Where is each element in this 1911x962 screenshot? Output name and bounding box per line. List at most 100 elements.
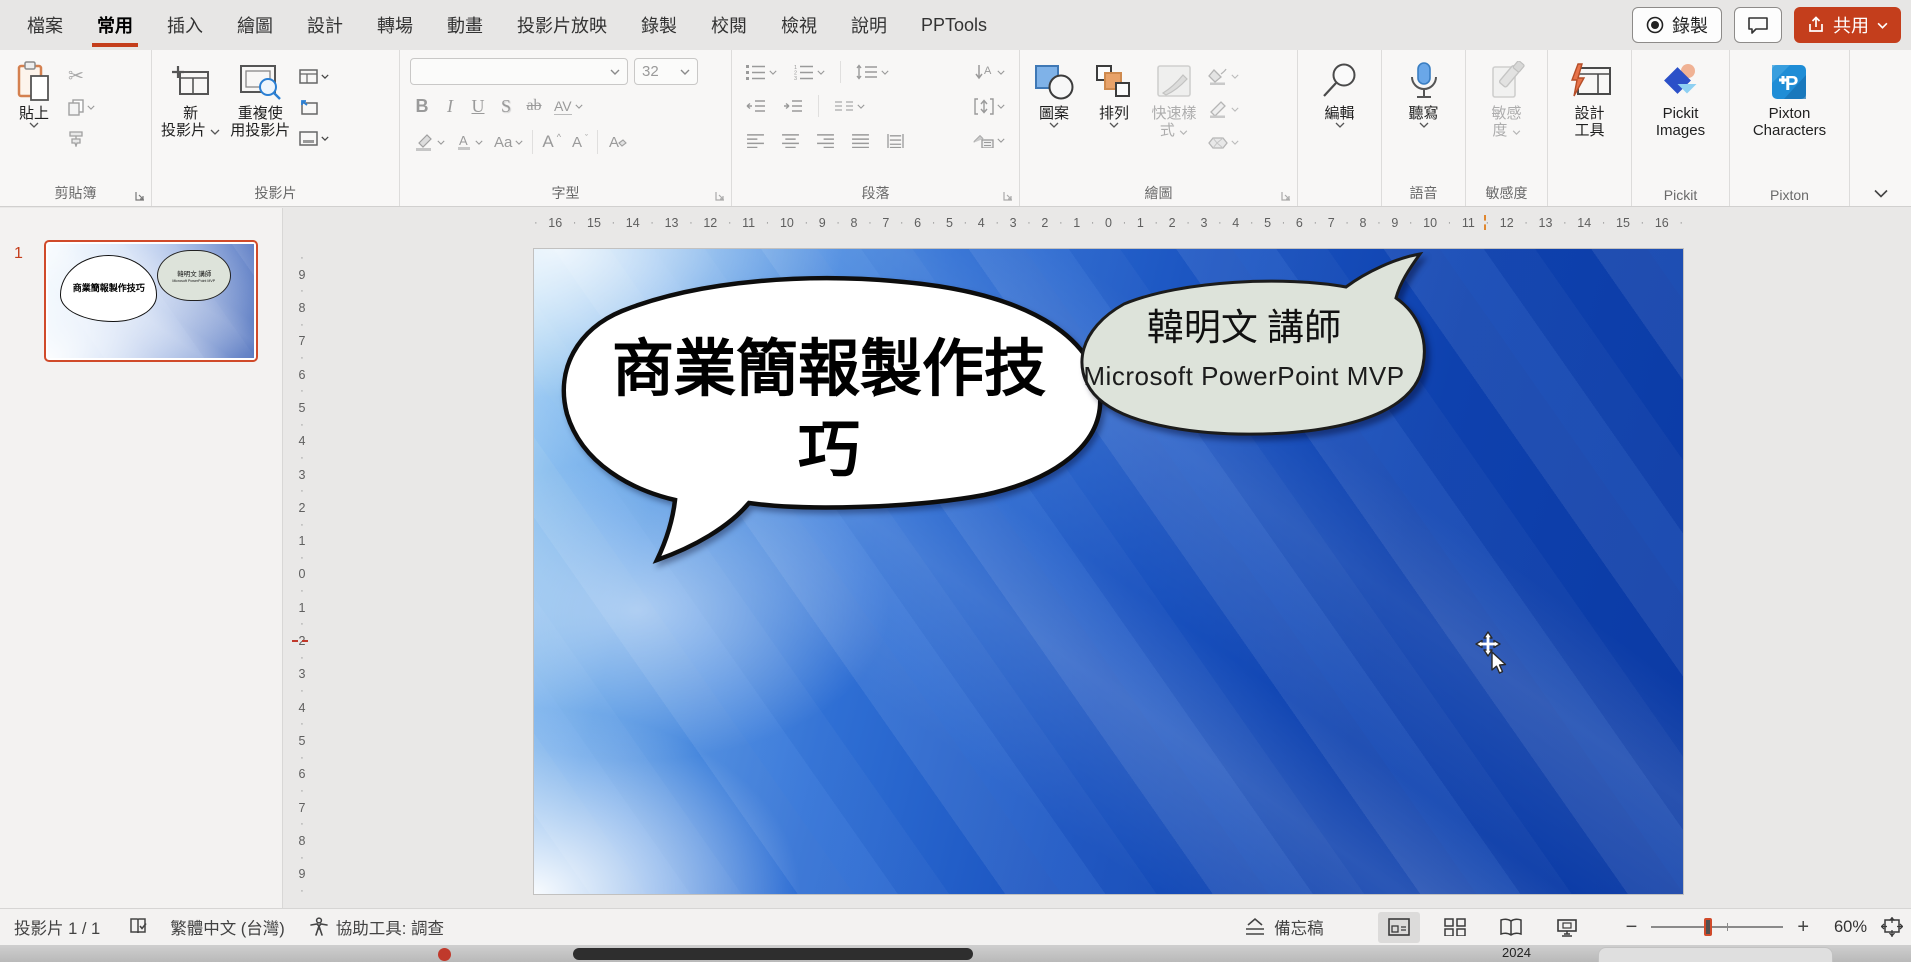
shrink-font-button[interactable]: Aˇ <box>568 130 592 154</box>
notes-icon <box>1246 917 1265 935</box>
slide-sorter-view-button[interactable] <box>1434 912 1476 943</box>
font-group-label: 字型 <box>551 185 580 201</box>
zoom-out-button[interactable]: − <box>1626 916 1638 939</box>
slide-title-text[interactable]: 商業簡報製作技巧 <box>589 311 1069 511</box>
menu-tab-5[interactable]: 轉場 <box>360 0 430 50</box>
fit-slide-to-window-button[interactable] <box>1881 917 1903 937</box>
paragraph-dialog-launcher[interactable] <box>1002 190 1014 202</box>
font-size-combobox[interactable]: 32 <box>634 58 698 85</box>
record-button[interactable]: 錄製 <box>1632 7 1722 43</box>
pickit-images-button[interactable]: Pickit Images <box>1651 55 1711 140</box>
shapes-button[interactable]: 圖案 <box>1024 55 1084 129</box>
new-slide-button[interactable]: 新 投影片 <box>156 55 225 140</box>
zoom-level[interactable]: 60% <box>1823 918 1867 937</box>
character-spacing-button[interactable]: AV <box>550 94 587 118</box>
vertical-ruler[interactable]: · 9 · 8 · 7 · 6 · 5 · 4 · 3 · 2 · 1 · 0 · 1 · 2 · 3 · 4 · 5 · 6 · 7 · 8 · 9 · <box>292 252 312 897</box>
normal-view-button[interactable] <box>1377 911 1420 943</box>
collapse-ribbon-button[interactable] <box>1873 189 1889 198</box>
font-name-combobox[interactable] <box>410 58 628 85</box>
decrease-indent-button[interactable] <box>742 94 770 118</box>
align-left-button[interactable] <box>742 128 769 152</box>
chevron-down-icon <box>997 70 1005 75</box>
speaker-credential-text[interactable]: Microsoft PowerPoint MVP <box>1079 361 1409 392</box>
spellcheck-button[interactable] <box>128 917 148 937</box>
designer-button[interactable]: 設計 工具 <box>1560 55 1620 140</box>
text-shadow-button[interactable]: S <box>494 96 518 117</box>
menu-tab-1[interactable]: 常用 <box>80 0 150 50</box>
slide-thumbnail[interactable]: 商業簡報製作技巧 韓明文 講師 Microsoft PowerPoint MVP <box>44 240 258 362</box>
slideshow-view-button[interactable] <box>1546 912 1588 943</box>
justify-button[interactable] <box>847 128 874 152</box>
accessibility-button[interactable]: 協助工具: 調查 <box>309 915 444 939</box>
cut-button[interactable]: ✂ <box>64 64 99 88</box>
highlight-color-button[interactable] <box>410 130 449 154</box>
font-color-button[interactable]: A <box>452 130 487 154</box>
horizontal-ruler[interactable]: · 16 · 15 · 14 · 13 · 12 · 11 · 10 · 9 · 8 · 7 · 6 · 5 · 4 · 3 · 2 · 1 ·… <box>534 212 1683 234</box>
text-direction-button[interactable]: A <box>970 60 1009 84</box>
editing-button[interactable]: 編輯 <box>1310 55 1370 129</box>
menu-tab-12[interactable]: PPTools <box>904 0 1004 50</box>
ruler-tick: · <box>1281 217 1286 229</box>
numbering-button[interactable]: 123 <box>790 60 829 84</box>
distribute-button[interactable] <box>882 128 909 152</box>
pixton-group-label: Pixton <box>1770 187 1809 203</box>
speaker-speech-bubble[interactable] <box>1064 252 1439 452</box>
notes-button[interactable]: 備忘稿 <box>1243 915 1324 939</box>
section-button[interactable] <box>295 126 333 150</box>
menu-tab-6[interactable]: 動畫 <box>430 0 500 50</box>
line-spacing-button[interactable] <box>852 60 893 84</box>
shape-fill-button[interactable] <box>1204 64 1243 88</box>
increase-indent-button[interactable] <box>779 94 807 118</box>
menu-tab-0[interactable]: 檔案 <box>10 0 80 50</box>
comments-button[interactable] <box>1734 7 1782 43</box>
clipboard-dialog-launcher[interactable] <box>134 190 146 202</box>
sensitivity-button[interactable]: 敏感 度 <box>1477 55 1537 140</box>
language-button[interactable]: 繁體中文 (台灣) <box>170 915 285 939</box>
change-case-button[interactable]: Aa <box>490 130 527 154</box>
reset-slide-button[interactable] <box>295 95 333 119</box>
menu-tab-10[interactable]: 檢視 <box>764 0 834 50</box>
copy-button[interactable] <box>64 95 99 119</box>
bullets-button[interactable] <box>742 60 781 84</box>
menu-tab-3[interactable]: 繪圖 <box>220 0 290 50</box>
ruler-number: 3 <box>298 667 306 682</box>
arrange-button[interactable]: 排列 <box>1084 55 1144 129</box>
underline-button[interactable]: U <box>466 96 490 117</box>
zoom-in-button[interactable]: + <box>1797 916 1809 939</box>
align-text-button[interactable] <box>970 94 1009 118</box>
paste-button[interactable]: 貼上 <box>4 55 64 129</box>
clear-formatting-button[interactable]: A <box>603 130 631 154</box>
align-right-button[interactable] <box>812 128 839 152</box>
format-painter-button[interactable] <box>64 126 99 150</box>
slide-canvas[interactable]: 商業簡報製作技巧 韓明文 講師 Microsoft PowerPoint MVP <box>534 249 1683 894</box>
columns-button[interactable] <box>830 94 869 118</box>
align-center-button[interactable] <box>777 128 804 152</box>
menu-tab-8[interactable]: 錄製 <box>624 0 694 50</box>
menu-tab-4[interactable]: 設計 <box>290 0 360 50</box>
menu-tab-9[interactable]: 校閱 <box>694 0 764 50</box>
bold-button[interactable]: B <box>410 96 434 117</box>
menu-tab-7[interactable]: 投影片放映 <box>500 0 624 50</box>
shape-effects-button[interactable] <box>1204 130 1243 154</box>
zoom-slider[interactable] <box>1651 917 1784 937</box>
italic-button[interactable]: I <box>438 96 462 117</box>
convert-smartart-button[interactable] <box>968 128 1009 152</box>
zoom-slider-thumb[interactable] <box>1704 918 1713 936</box>
slide-layout-button[interactable] <box>295 64 333 88</box>
menu-tab-11[interactable]: 說明 <box>834 0 904 50</box>
ruler-number: 10 <box>1423 216 1438 230</box>
strikethrough-button[interactable]: ab <box>522 97 546 115</box>
pixton-characters-button[interactable]: P Pixton Characters <box>1748 55 1831 140</box>
grow-font-button[interactable]: A ^ <box>538 130 565 154</box>
menu-tab-2[interactable]: 插入 <box>150 0 220 50</box>
thumbnail-speaker-credential: Microsoft PowerPoint MVP <box>172 278 216 283</box>
drawing-dialog-launcher[interactable] <box>1280 190 1292 202</box>
share-button[interactable]: 共用 <box>1794 7 1901 43</box>
font-dialog-launcher[interactable] <box>714 190 726 202</box>
quick-styles-button[interactable]: 快速樣 式 <box>1144 55 1204 140</box>
dictate-button[interactable]: 聽寫 <box>1394 55 1454 129</box>
reading-view-button[interactable] <box>1490 912 1532 943</box>
shape-outline-button[interactable] <box>1204 97 1243 121</box>
reuse-slides-button[interactable]: 重複使 用投影片 <box>225 55 295 140</box>
speaker-name-text[interactable]: 韓明文 講師 <box>1089 297 1399 351</box>
